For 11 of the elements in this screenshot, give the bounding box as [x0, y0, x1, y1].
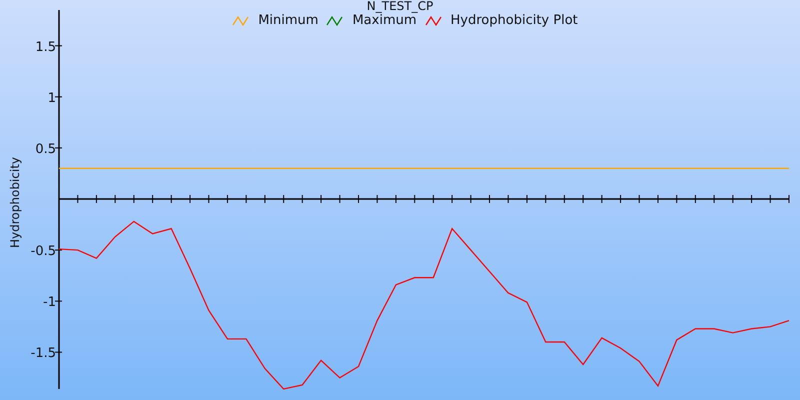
- y-tick-label: -0.5: [30, 244, 56, 260]
- legend-label: Maximum: [352, 13, 417, 28]
- legend-label: Hydrophobicity Plot: [450, 13, 578, 28]
- y-tick-label: 1.5: [35, 40, 56, 55]
- y-tick-label: 0.5: [35, 142, 56, 157]
- chart-title: N_TEST_CP: [366, 0, 434, 13]
- y-tick-label: 1: [48, 90, 56, 106]
- y-tick-label: -1.5: [30, 346, 56, 362]
- y-tick-label: -1: [43, 295, 56, 310]
- legend-label: Minimum: [258, 13, 318, 28]
- y-axis-title: Hydrophobicity: [8, 157, 22, 248]
